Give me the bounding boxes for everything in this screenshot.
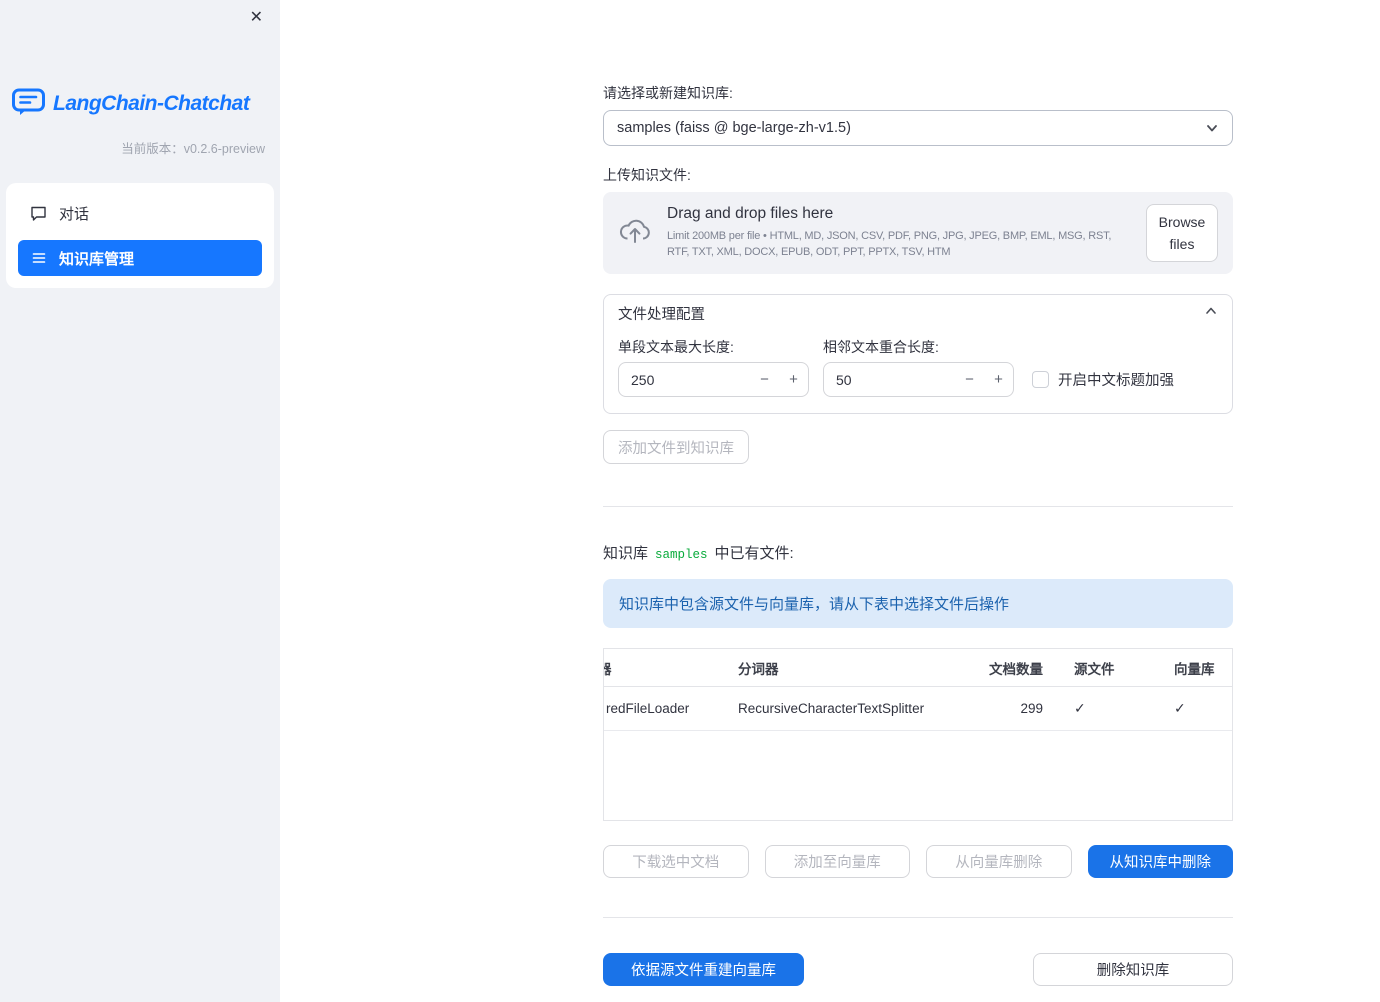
rebuild-vectorstore-button[interactable]: 依据源文件重建向量库 [603,953,804,986]
table-header-loader: 器 [604,661,612,677]
upload-cloud-icon [618,217,652,249]
cell-source-file-check: ✓ [1074,700,1086,716]
app-logo: LangChain-Chatchat [0,86,280,121]
file-config-expander: 文件处理配置 单段文本最大长度: 250 − + 相邻文本重合长度: 50 − … [603,294,1233,414]
logo-text: LangChain-Chatchat [53,91,250,115]
kb-selectbox[interactable]: samples (faiss @ bge-large-zh-v1.5) [603,110,1233,146]
sidebar-item-kb-management[interactable]: 知识库管理 [18,240,262,276]
expander-title: 文件处理配置 [618,306,705,323]
kb-select-label: 请选择或新建知识库: [603,85,733,101]
zh-title-checkbox-row[interactable]: 开启中文标题加强 [1032,362,1218,397]
content-column: 请选择或新建知识库: samples (faiss @ bge-large-zh… [603,83,1233,986]
dropzone-text: Drag and drop files here Limit 200MB per… [667,205,1131,260]
dropzone-hint: Limit 200MB per file • HTML, MD, JSON, C… [667,230,1112,258]
main-content: 请选择或新建知识库: samples (faiss @ bge-large-zh… [280,0,1380,1002]
overlap-size-field: 相邻文本重合长度: 50 − + [823,337,1014,397]
sidebar-close-button[interactable]: ✕ [248,8,265,28]
menu-item-label: 对话 [59,205,90,223]
sidebar-menu: 对话 知识库管理 [6,183,274,288]
app: ✕ LangChain-Chatchat 当前版本：v0.2.6-preview [0,0,1380,1002]
menu-item-label: 知识库管理 [59,250,135,268]
existing-files-heading: 知识库 samples 中已有文件: [603,542,1233,563]
table-header-vector-store: 向量库 [1156,658,1232,678]
delete-from-kb-button[interactable]: 从知识库中删除 [1087,845,1233,878]
kb-action-buttons: 依据源文件重建向量库 删除知识库 [603,953,1233,986]
existing-files-suffix: 中已有文件: [714,545,794,562]
sidebar-item-dialogue[interactable]: 对话 [18,195,262,231]
chunk-size-label: 单段文本最大长度: [618,339,734,355]
file-action-buttons: 下载选中文档 添加至向量库 从向量库删除 从知识库中删除 [603,845,1233,878]
logo-chat-icon [12,86,45,121]
chevron-down-icon [1205,121,1219,135]
dropzone-title: Drag and drop files here [667,205,834,223]
expander-header[interactable]: 文件处理配置 [604,295,1232,331]
minus-icon[interactable]: − [750,363,779,396]
chunk-size-value: 250 [631,371,655,388]
minus-icon[interactable]: − [955,363,984,396]
version-label: 当前版本：v0.2.6-preview [121,142,265,156]
plus-icon[interactable]: + [984,363,1013,396]
chevron-up-icon [1204,304,1218,322]
overlap-size-input[interactable]: 50 − + [823,362,1014,397]
plus-icon[interactable]: + [779,363,808,396]
browse-files-button[interactable]: Browse files [1146,203,1218,263]
chunk-size-field: 单段文本最大长度: 250 − + [618,337,809,397]
zh-title-checkbox-label: 开启中文标题加强 [1058,373,1174,389]
chat-icon [30,205,47,222]
table-header-doc-count: 文档数量 [948,658,1056,678]
expander-body: 单段文本最大长度: 250 − + 相邻文本重合长度: 50 − + 开启中文标… [604,331,1232,413]
table-header-splitter: 分词器 [720,658,948,678]
delete-from-vectorstore-button[interactable]: 从向量库删除 [926,845,1072,878]
cell-loader: redFileLoader [606,701,690,716]
add-to-vectorstore-button[interactable]: 添加至向量库 [764,845,910,878]
table-header-row: 器 分词器 文档数量 源文件 向量库 [604,649,1232,687]
kb-select-value: samples (faiss @ bge-large-zh-v1.5) [617,120,851,136]
kb-name-code: samples [655,548,708,562]
list-icon [30,250,47,266]
file-dropzone[interactable]: Drag and drop files here Limit 200MB per… [603,192,1233,274]
sidebar: ✕ LangChain-Chatchat 当前版本：v0.2.6-preview [0,0,280,1002]
close-icon: ✕ [249,9,263,26]
download-selected-button[interactable]: 下载选中文档 [603,845,749,878]
add-files-button[interactable]: 添加文件到知识库 [603,430,749,464]
checkbox-unchecked-icon[interactable] [1032,371,1049,388]
existing-files-prefix: 知识库 [603,545,649,562]
overlap-size-value: 50 [836,371,852,388]
delete-kb-button[interactable]: 删除知识库 [1033,953,1233,986]
divider [603,506,1233,507]
cell-doc-count: 299 [1020,701,1043,716]
overlap-size-label: 相邻文本重合长度: [823,339,939,355]
table-header-source-file: 源文件 [1056,658,1156,678]
files-table: 器 分词器 文档数量 源文件 向量库 redFileLoader Recursi… [603,648,1233,821]
table-row[interactable]: redFileLoader RecursiveCharacterTextSpli… [604,687,1232,731]
cell-splitter: RecursiveCharacterTextSplitter [738,701,925,716]
chunk-size-input[interactable]: 250 − + [618,362,809,397]
info-alert: 知识库中包含源文件与向量库，请从下表中选择文件后操作 [603,579,1233,628]
cell-vector-store-check: ✓ [1174,700,1186,716]
divider [603,917,1233,918]
zh-title-field: 开启中文标题加强 [1032,337,1218,397]
upload-label: 上传知识文件: [603,167,691,183]
